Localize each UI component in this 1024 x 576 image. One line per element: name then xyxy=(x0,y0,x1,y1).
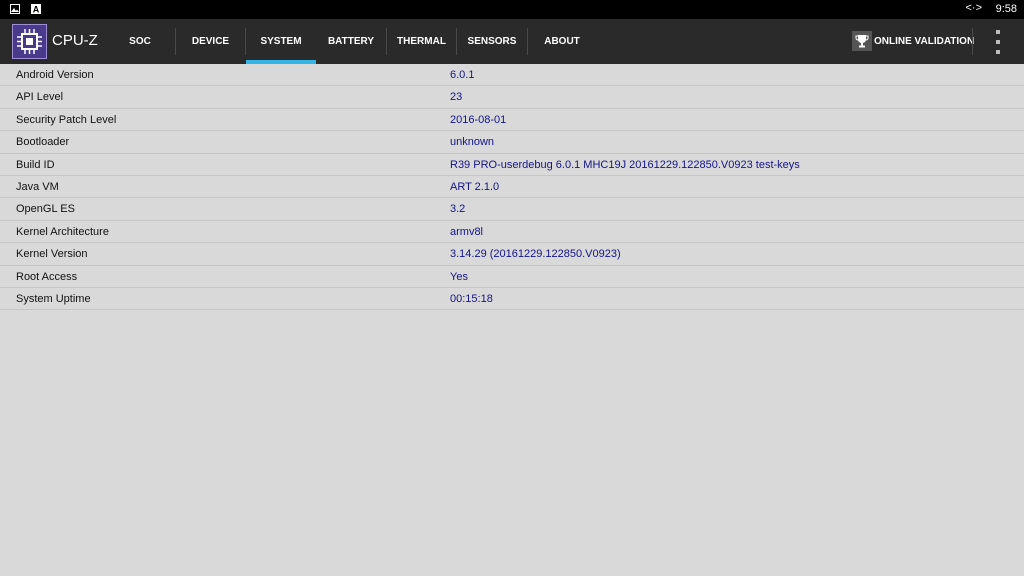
info-row-java-vm: Java VM ART 2.1.0 xyxy=(0,176,1024,199)
info-row-bootloader: Bootloader unknown xyxy=(0,131,1024,154)
info-row-kernel-architecture: Kernel Architecture armv8l xyxy=(0,221,1024,244)
info-row-system-uptime: System Uptime 00:15:18 xyxy=(0,288,1024,311)
info-row-api-level: API Level 23 xyxy=(0,86,1024,109)
system-info-list: Android Version 6.0.1 API Level 23 Secur… xyxy=(0,64,1024,311)
info-row-kernel-version: Kernel Version 3.14.29 (20161229.122850.… xyxy=(0,243,1024,266)
overflow-menu-icon[interactable] xyxy=(988,30,1008,54)
row-label: Root Access xyxy=(16,270,78,283)
row-label: Security Patch Level xyxy=(16,113,117,126)
row-value: 3.2 xyxy=(450,203,466,216)
row-value: 3.14.29 (20161229.122850.V0923) xyxy=(450,248,621,261)
row-value: ART 2.1.0 xyxy=(450,180,500,193)
row-label: Android Version xyxy=(16,69,94,81)
row-label: Kernel Version xyxy=(16,248,88,261)
info-row-opengl-es: OpenGL ES 3.2 xyxy=(0,198,1024,221)
tab-sensors[interactable]: SENSORS xyxy=(457,19,527,64)
row-value: 00:15:18 xyxy=(450,292,493,305)
online-validation-label: ONLINE VALIDATION xyxy=(874,35,975,47)
a-icon: A xyxy=(31,4,41,14)
row-label: System Uptime xyxy=(16,292,91,305)
tab-thermal[interactable]: THERMAL xyxy=(387,19,456,64)
info-row-build-id: Build ID R39 PRO-userdebug 6.0.1 MHC19J … xyxy=(0,154,1024,176)
tab-system[interactable]: SYSTEM xyxy=(246,19,316,64)
action-divider xyxy=(972,28,973,55)
row-value: armv8l xyxy=(450,225,484,238)
row-value: R39 PRO-userdebug 6.0.1 MHC19J 20161229.… xyxy=(450,158,800,171)
row-label: Kernel Architecture xyxy=(16,225,109,238)
row-label: Bootloader xyxy=(16,136,70,149)
row-label: OpenGL ES xyxy=(16,203,75,216)
info-row-android-version: Android Version 6.0.1 xyxy=(0,64,1024,87)
tab-battery[interactable]: BATTERY xyxy=(316,19,386,64)
row-value: 2016-08-01 xyxy=(450,113,507,126)
info-row-root-access: Root Access Yes xyxy=(0,266,1024,288)
row-label: API Level xyxy=(16,91,64,104)
trophy-icon xyxy=(852,31,872,51)
info-row-security-patch: Security Patch Level 2016-08-01 xyxy=(0,109,1024,132)
row-value: unknown xyxy=(450,136,495,149)
clock: 9:58 xyxy=(995,3,1017,15)
tab-about[interactable]: ABOUT xyxy=(528,19,596,64)
row-value: Yes xyxy=(450,270,468,283)
tab-device[interactable]: DEVICE xyxy=(176,19,245,64)
chip-icon[interactable] xyxy=(12,24,47,59)
row-value: 6.0.1 xyxy=(450,69,475,81)
online-validation-button[interactable]: ONLINE VALIDATION xyxy=(852,31,974,51)
image-icon xyxy=(10,4,20,14)
svg-text:A: A xyxy=(33,5,40,15)
sync-icon: <·> xyxy=(965,2,982,14)
tab-soc[interactable]: SOC xyxy=(105,19,175,64)
row-value: 23 xyxy=(450,91,463,104)
app-title: CPU-Z xyxy=(52,32,98,49)
row-label: Java VM xyxy=(16,180,59,193)
row-label: Build ID xyxy=(16,158,55,171)
status-bar: A <·> 9:58 xyxy=(0,0,1024,19)
action-bar: CPU-Z SOC DEVICE SYSTEM BATTERY THERMAL … xyxy=(0,19,1024,64)
